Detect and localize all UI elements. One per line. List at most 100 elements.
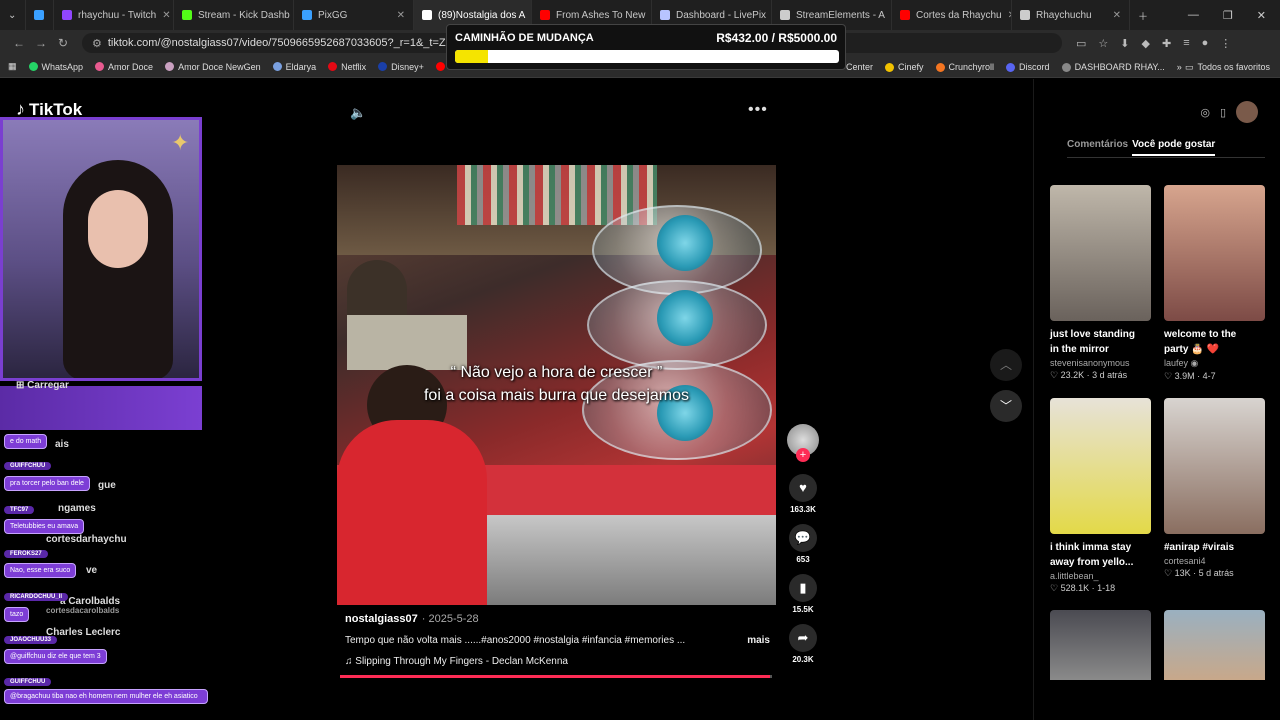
tab-suggested[interactable]: Você pode gostar xyxy=(1132,139,1216,156)
download-icon[interactable]: ⬇ xyxy=(1120,37,1129,50)
discord-icon xyxy=(1006,62,1016,72)
bookmark-amor-doce[interactable]: Amor Doce xyxy=(95,62,153,72)
compass-icon[interactable]: ◎ xyxy=(1200,106,1210,119)
close-window-icon[interactable]: ✕ xyxy=(1257,9,1266,22)
tiktok-icon xyxy=(422,10,432,20)
minimize-icon[interactable]: — xyxy=(1188,9,1199,22)
device-icon[interactable]: ▯ xyxy=(1220,106,1226,119)
side-tabs: Comentários Você pode gostar xyxy=(1067,139,1216,156)
tab-pinned[interactable] xyxy=(26,0,54,30)
ghost-text: cortesdacarolbalds xyxy=(46,606,120,615)
tab-comments[interactable]: Comentários xyxy=(1067,139,1128,156)
more-button[interactable]: mais xyxy=(747,635,770,646)
video-progress-bar[interactable] xyxy=(340,675,772,678)
rec-author[interactable]: a.littlebean_ xyxy=(1050,571,1151,581)
extension-icon[interactable]: ◆ xyxy=(1142,37,1150,50)
bookmarks-overflow-icon[interactable]: » xyxy=(1177,62,1182,72)
tiktok-upload-label[interactable]: ⊞ Carregar xyxy=(16,380,69,391)
goal-amount: R$432.00 / R$5000.00 xyxy=(716,31,837,45)
like-icon[interactable]: ♥ xyxy=(789,474,817,502)
bookmark-dashboard[interactable]: DASHBOARD RHAY... xyxy=(1061,62,1165,72)
bookmark-cinefy[interactable]: Cinefy xyxy=(885,62,924,72)
bookmark-star-icon[interactable]: ☆ xyxy=(1098,37,1108,50)
rec-video-card[interactable]: #anirap #virais cortesani4 ♡ 13K · 5 d a… xyxy=(1164,398,1265,579)
bookmark-icon[interactable]: ▮ xyxy=(789,574,817,602)
follow-plus-icon[interactable]: + xyxy=(796,448,810,462)
previous-video-button[interactable]: ︿ xyxy=(990,349,1022,381)
video-caption: “ Não vejo a hora de crescer ” foi a coi… xyxy=(423,364,690,404)
close-icon[interactable]: ✕ xyxy=(1002,10,1011,21)
rec-video-card[interactable]: just love standing in the mirror stevenis… xyxy=(1050,185,1151,381)
bookmark-amor-doce-newgen[interactable]: Amor Doce NewGen xyxy=(165,62,261,72)
tab-youtube-2[interactable]: Cortes da Rhaychu✕ xyxy=(892,0,1012,30)
all-bookmarks[interactable]: ▭ Todos os favoritos xyxy=(1185,56,1270,78)
bookmark-whatsapp[interactable]: WhatsApp xyxy=(28,62,83,72)
bookmark-disney[interactable]: Disney+ xyxy=(378,62,424,72)
close-icon[interactable]: ✕ xyxy=(885,10,892,21)
video-author[interactable]: nostalgiass07 · 2025-5-28 xyxy=(345,613,770,625)
rec-thumbnail xyxy=(1050,398,1151,534)
chat-message: Nao, esse era suco xyxy=(4,563,77,578)
user-avatar[interactable] xyxy=(1236,101,1258,123)
close-icon[interactable]: ✕ xyxy=(391,10,405,21)
tab-pixgg[interactable]: PixGG ✕ xyxy=(294,0,414,30)
bookmark-center[interactable]: Center xyxy=(846,62,873,72)
youtube-icon xyxy=(900,10,910,20)
maximize-icon[interactable]: ❐ xyxy=(1223,9,1233,22)
menu-icon[interactable]: ⋮ xyxy=(1220,37,1231,50)
bookmark-netflix[interactable]: Netflix xyxy=(328,62,366,72)
video-player[interactable]: “ Não vejo a hora de crescer ” foi a coi… xyxy=(337,165,776,605)
close-icon[interactable]: ✕ xyxy=(156,10,170,21)
rec-stats: ♡ 23.2K · 3 d atrás xyxy=(1050,370,1128,380)
close-icon[interactable]: ✕ xyxy=(1107,10,1121,21)
music-link[interactable]: ♫ Slipping Through My Fingers - Declan M… xyxy=(345,656,770,667)
twitch-icon xyxy=(62,10,72,20)
chat-username: JOAOCHUU33 xyxy=(4,636,58,644)
close-icon[interactable]: ✕ xyxy=(645,10,651,21)
tab-kick[interactable]: Stream - Kick Dashb✕ xyxy=(174,0,294,30)
install-icon[interactable]: ▭ xyxy=(1076,37,1086,50)
rec-video-card[interactable]: i think imma stay away from yello... a.li… xyxy=(1050,398,1151,594)
rec-author[interactable]: cortesani4 xyxy=(1164,556,1265,566)
bookmark-eldarya[interactable]: Eldarya xyxy=(272,62,316,72)
tab-search-button[interactable]: ⌄ xyxy=(0,0,26,30)
kick-icon xyxy=(182,10,192,20)
site-info-icon[interactable]: ⚙ xyxy=(92,37,102,50)
back-icon[interactable]: ← xyxy=(8,36,30,50)
volume-icon[interactable]: 🔈 xyxy=(350,105,366,121)
apps-icon[interactable]: ▦ xyxy=(8,61,17,72)
ghost-text: ngames xyxy=(58,503,96,514)
chat-message: Teletubbies eu amava xyxy=(4,519,85,534)
pixgg-icon xyxy=(302,10,312,20)
tab-twitch[interactable]: rhaychuu - Twitch ✕ xyxy=(54,0,174,30)
rec-video-card[interactable] xyxy=(1164,610,1265,680)
goal-progress-fill xyxy=(455,50,489,63)
media-icon[interactable]: ≡ xyxy=(1183,37,1189,50)
rec-author[interactable]: laufey ◉ xyxy=(1164,358,1265,369)
video-counter-front xyxy=(457,515,776,605)
star-icon: ✦ xyxy=(171,130,190,155)
close-icon[interactable]: ✕ xyxy=(525,10,531,21)
ghost-text: ve xyxy=(86,565,98,576)
rec-stats: ♡ 528.1K · 1-18 xyxy=(1050,583,1116,593)
creator-avatar[interactable]: + xyxy=(787,424,819,462)
puzzle-icon[interactable]: ✚ xyxy=(1162,37,1171,50)
bookmark-crunchyroll[interactable]: Crunchyroll xyxy=(935,62,994,72)
rec-author[interactable]: stevenisanonymous xyxy=(1050,358,1151,368)
chat-message: pra torcer pelo ban dele xyxy=(4,476,90,491)
next-video-button[interactable]: ﹀ xyxy=(990,390,1022,422)
reload-icon[interactable]: ↻ xyxy=(52,36,74,50)
suggestions-panel: ◎ ▯ Comentários Você pode gostar just lo… xyxy=(1033,79,1280,720)
forward-icon[interactable]: → xyxy=(30,36,52,50)
new-tab-button[interactable]: ＋ xyxy=(1130,0,1156,30)
rec-video-card[interactable] xyxy=(1050,610,1151,680)
tab-rhaychuchu[interactable]: Rhaychuchu ✕ xyxy=(1012,0,1130,30)
ghost-text: gue xyxy=(98,480,116,491)
profile-icon[interactable]: ● xyxy=(1202,37,1209,50)
rec-video-card[interactable]: welcome to the party 🎂 ❤️ laufey ◉ ♡ 3.9M… xyxy=(1164,185,1265,382)
rec-thumbnail xyxy=(1164,398,1265,534)
more-options-icon[interactable]: ••• xyxy=(748,101,768,119)
share-icon[interactable]: ➦ xyxy=(789,624,817,652)
comment-icon[interactable]: 💬 xyxy=(789,524,817,552)
bookmark-discord[interactable]: Discord xyxy=(1006,62,1050,72)
